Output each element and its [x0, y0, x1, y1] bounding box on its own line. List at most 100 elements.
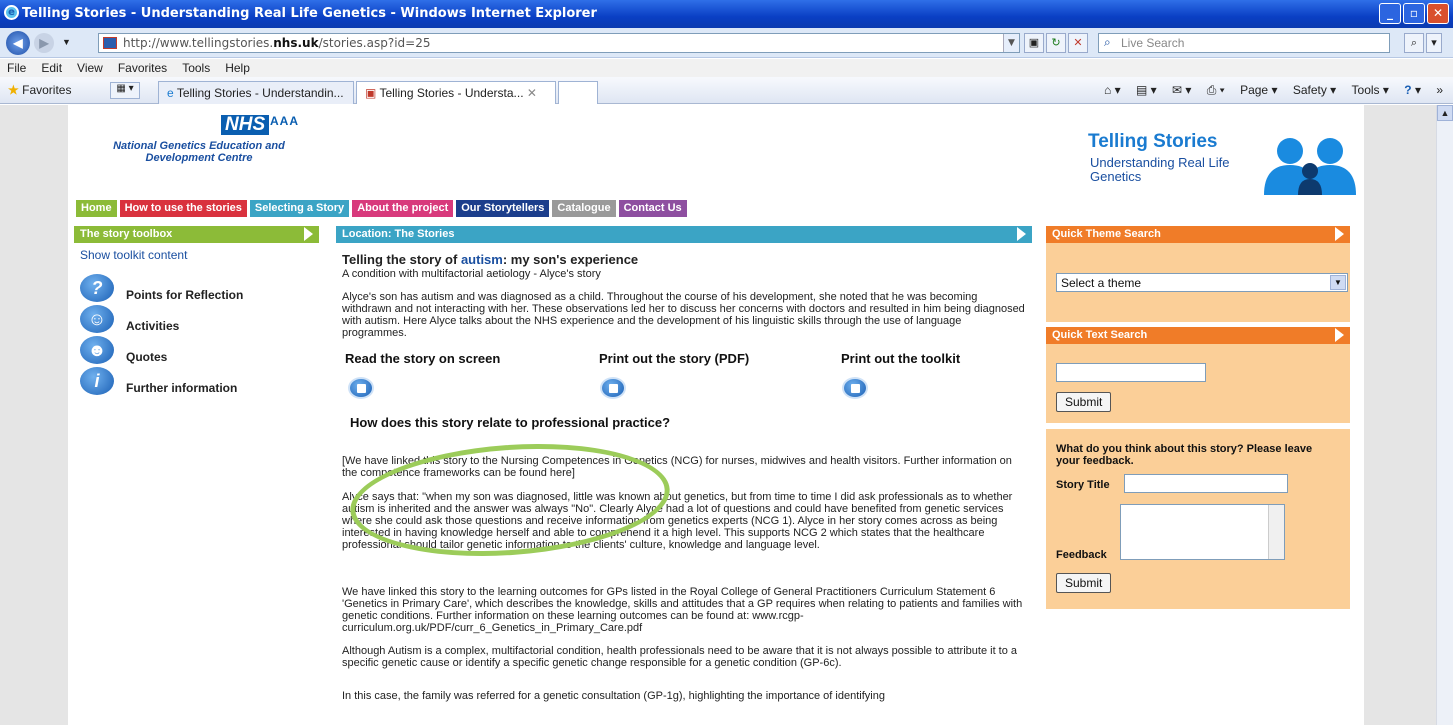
- text-size-controls[interactable]: AAA: [270, 114, 299, 128]
- tab-2[interactable]: ▣ Telling Stories - Understa... ✕: [356, 81, 556, 104]
- story-title: Telling the story of autism: my son's ex…: [342, 252, 638, 267]
- text-search-submit-button[interactable]: Submit: [1056, 392, 1112, 412]
- history-dropdown-icon[interactable]: ▼: [62, 37, 71, 47]
- theme-search-header: Quick Theme Search: [1046, 226, 1350, 243]
- maximize-button[interactable]: ▫: [1403, 3, 1425, 24]
- minimize-button[interactable]: _: [1379, 3, 1401, 24]
- search-go-icon[interactable]: ⌕: [1404, 33, 1424, 53]
- menu-tools[interactable]: Tools: [182, 59, 210, 75]
- arrow-right-icon: [1335, 227, 1344, 241]
- home-icon[interactable]: ⌂ ▾: [1104, 83, 1121, 97]
- nav-home[interactable]: Home: [76, 200, 117, 217]
- mail-icon[interactable]: ✉ ▾: [1172, 83, 1191, 97]
- referral-paragraph: In this case, the family was referred fo…: [342, 690, 885, 702]
- menu-help[interactable]: Help: [225, 59, 250, 75]
- theme-select[interactable]: Select a theme ▼: [1056, 273, 1348, 292]
- tools-menu[interactable]: Tools ▾: [1352, 83, 1389, 97]
- nav-selecting-story[interactable]: Selecting a Story: [249, 200, 350, 217]
- feedback-textarea[interactable]: [1120, 504, 1285, 560]
- refresh-icon[interactable]: ↻: [1046, 33, 1066, 53]
- menu-view[interactable]: View: [77, 59, 103, 75]
- url-prefix: http://www.tellingstories.: [123, 36, 274, 50]
- tab-close-icon[interactable]: ✕: [527, 86, 537, 100]
- nav-how-to-use[interactable]: How to use the stories: [119, 200, 247, 217]
- document-icon[interactable]: [348, 377, 374, 399]
- story-toolbox: The story toolbox Show toolkit content ?…: [74, 226, 319, 395]
- menu-edit[interactable]: Edit: [41, 59, 62, 75]
- search-options-icon[interactable]: ▾: [1426, 33, 1442, 53]
- url-field[interactable]: http://www.tellingstories.nhs.uk/stories…: [98, 33, 1020, 53]
- location-text: Location: The Stories: [342, 228, 455, 240]
- help-icon[interactable]: ? ▾: [1404, 83, 1421, 97]
- feeds-icon[interactable]: ▤ ▾: [1136, 83, 1157, 97]
- show-toolkit-link[interactable]: Show toolkit content: [80, 248, 187, 262]
- feedback-prompt: What do you think about this story? Plea…: [1056, 443, 1313, 467]
- page-scrollbar[interactable]: ▲: [1436, 105, 1453, 725]
- tab-1-label: Telling Stories - Understandin...: [176, 86, 344, 100]
- gp-paragraph: We have linked this story to the learnin…: [342, 586, 1023, 634]
- printer-icon[interactable]: [600, 377, 626, 399]
- title-part: Telling the story of: [342, 252, 461, 267]
- toolbox-item-label: Quotes: [126, 350, 168, 364]
- print-story-label[interactable]: Print out the story (PDF): [599, 351, 749, 366]
- live-search-input[interactable]: ⌕ Live Search: [1098, 33, 1390, 53]
- people-quote-icon: ☻: [80, 336, 114, 364]
- location-header: Location: The Stories: [336, 226, 1032, 243]
- more-commands-icon[interactable]: »: [1436, 83, 1443, 97]
- url-dropdown-icon[interactable]: ▼: [1003, 34, 1019, 52]
- menu-favorites[interactable]: Favorites: [118, 59, 167, 75]
- person-icon: ☺: [80, 305, 114, 333]
- question-icon: ?: [80, 274, 114, 302]
- feedback-box: What do you think about this story? Plea…: [1046, 429, 1350, 609]
- scroll-up-icon[interactable]: ▲: [1437, 105, 1453, 121]
- text-search-box: Quick Text Search Submit: [1046, 327, 1350, 423]
- arrow-right-icon: [1335, 328, 1344, 342]
- url-domain: nhs.uk: [273, 36, 319, 50]
- favorites-bar: ★ Favorites ▦ ▾ e Telling Stories - Unde…: [0, 77, 1453, 104]
- quick-tabs-icon[interactable]: ▦ ▾: [110, 82, 140, 99]
- tab-2-label: Telling Stories - Understa...: [379, 86, 524, 100]
- text-search-input[interactable]: [1056, 363, 1206, 382]
- menu-file[interactable]: File: [7, 59, 26, 75]
- nav-storytellers[interactable]: Our Storytellers: [456, 200, 550, 217]
- nhs-logo[interactable]: NHS: [221, 115, 270, 135]
- new-tab-button[interactable]: [558, 81, 598, 104]
- stop-icon[interactable]: ✕: [1068, 33, 1088, 53]
- text-search-header: Quick Text Search: [1046, 327, 1350, 344]
- arrow-right-icon: [304, 227, 313, 241]
- nav-catalogue[interactable]: Catalogue: [552, 200, 616, 217]
- tab-1[interactable]: e Telling Stories - Understandin...: [158, 81, 354, 104]
- search-placeholder: Live Search: [1121, 36, 1185, 50]
- favorites-label: Favorites: [22, 83, 72, 97]
- textarea-scrollbar[interactable]: [1268, 505, 1284, 559]
- command-bar: ⌂ ▾ ▤ ▾ ✉ ▾ ⎙ ▾ Page ▾ Safety ▾ Tools ▾ …: [1092, 83, 1443, 98]
- compat-view-icon[interactable]: ▣: [1024, 33, 1044, 53]
- toolbox-item-label: Further information: [126, 381, 238, 395]
- forward-button[interactable]: ▶: [34, 33, 54, 53]
- web-page: NHS AAA National Genetics Education and …: [68, 105, 1364, 725]
- nav-contact[interactable]: Contact Us: [618, 200, 687, 217]
- read-on-screen-label[interactable]: Read the story on screen: [345, 351, 500, 366]
- autism-link[interactable]: autism: [461, 252, 503, 267]
- back-button[interactable]: ◀: [6, 31, 30, 55]
- star-icon: ★: [8, 83, 19, 97]
- safety-menu[interactable]: Safety ▾: [1293, 83, 1336, 97]
- story-title-label: Story Title: [1056, 479, 1110, 491]
- org-name: National Genetics Education and Developm…: [113, 140, 285, 164]
- intro-paragraph: Alyce's son has autism and was diagnosed…: [342, 291, 1025, 339]
- nav-about-project[interactable]: About the project: [352, 200, 454, 217]
- feedback-submit-button[interactable]: Submit: [1056, 573, 1112, 593]
- search-icon: ⌕: [1104, 35, 1111, 49]
- arrow-right-icon: [1017, 227, 1026, 241]
- toolbox-title: The story toolbox: [80, 228, 173, 240]
- print-icon[interactable]: ⎙ ▾: [1207, 83, 1225, 97]
- close-window-button[interactable]: ✕: [1427, 3, 1449, 24]
- page-menu[interactable]: Page ▾: [1240, 83, 1277, 97]
- print-toolkit-label[interactable]: Print out the toolkit: [841, 351, 960, 366]
- brand-subtitle: Understanding Real Life Genetics: [1090, 155, 1230, 184]
- toolbox-item-label: Points for Reflection: [126, 288, 244, 302]
- favorites-button[interactable]: ★ Favorites: [8, 83, 71, 97]
- url-suffix: /stories.asp?id=25: [318, 36, 431, 50]
- story-title-input[interactable]: [1124, 474, 1288, 493]
- toolkit-icon[interactable]: [842, 377, 868, 399]
